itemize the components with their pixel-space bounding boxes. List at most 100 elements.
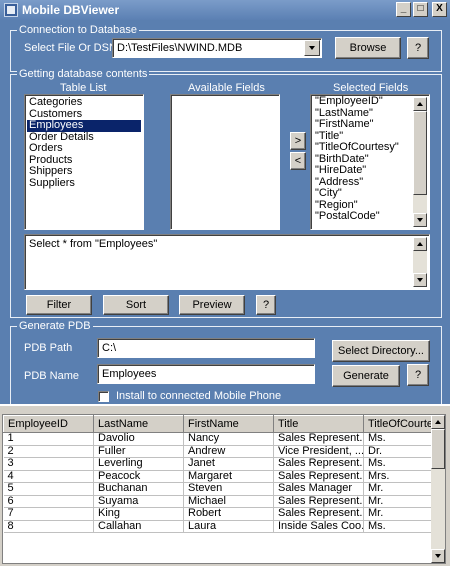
column-header[interactable]: FirstName <box>183 415 274 433</box>
browse-button[interactable]: Browse <box>335 37 401 59</box>
preview-button-label: Preview <box>192 299 232 311</box>
dsn-combobox[interactable]: D:\TestFiles\NWIND.MDB <box>112 38 322 58</box>
grid-scrollbar-thumb[interactable] <box>431 429 445 469</box>
selected-fields-label: Selected Fields <box>333 82 409 94</box>
table-cell: Mr. <box>363 482 434 496</box>
pdb-name-input[interactable]: Employees <box>97 364 315 384</box>
table-list-label: Table List <box>60 82 107 94</box>
remove-field-button[interactable]: < <box>290 152 306 170</box>
table-row[interactable]: 5 Buchanan Steven Sales Manager Mr. <box>3 482 434 496</box>
table-cell: Ms. <box>363 457 434 471</box>
pdb-group-label: Generate PDB <box>17 320 93 332</box>
table-list-item[interactable]: Shippers <box>27 165 141 178</box>
scroll-down-icon[interactable] <box>413 213 427 227</box>
pdb-help-button[interactable]: ? <box>407 364 429 386</box>
grid-scrollbar[interactable] <box>431 415 445 563</box>
minimize-button[interactable]: _ <box>396 2 411 17</box>
selected-field-item[interactable]: "PostalCode" <box>313 210 413 223</box>
maximize-button[interactable]: □ <box>413 2 428 17</box>
table-cell: Ms. <box>363 432 434 446</box>
query-textarea[interactable]: Select * from "Employees" <box>24 234 430 290</box>
contents-help-button[interactable]: ? <box>256 295 276 315</box>
dsn-label: Select File Or DSN <box>24 42 117 54</box>
selected-field-item[interactable]: "EmployeeID" <box>313 95 413 108</box>
column-header[interactable]: Title <box>273 415 364 433</box>
table-cell: Buchanan <box>93 482 184 496</box>
table-row[interactable]: 2 Fuller Andrew Vice President, ... Dr. <box>3 445 434 458</box>
dsn-value: D:\TestFiles\NWIND.MDB <box>117 42 243 54</box>
table-cell: Fuller <box>93 445 184 458</box>
title-bar[interactable]: Mobile DBViewer _ □ X <box>0 0 450 20</box>
available-fields-label: Available Fields <box>188 82 265 94</box>
sort-button-label: Sort <box>125 299 147 311</box>
table-row[interactable]: 6 Suyama Michael Sales Represent... Mr. <box>3 495 434 508</box>
install-checkbox[interactable] <box>98 391 109 402</box>
table-cell: 3 <box>3 457 94 471</box>
table-list-item[interactable]: Orders <box>27 142 141 155</box>
table-cell: Michael <box>183 495 274 508</box>
table-cell: 1 <box>3 432 94 446</box>
table-cell: Vice President, ... <box>273 445 364 458</box>
preview-button[interactable]: Preview <box>179 295 245 315</box>
table-list-item[interactable]: Categories <box>27 96 141 109</box>
available-fields-list[interactable] <box>170 94 280 230</box>
install-label: Install to connected Mobile Phone <box>116 390 282 402</box>
generate-button[interactable]: Generate <box>332 365 400 387</box>
selected-fields-scrollbar[interactable] <box>413 97 427 227</box>
table-cell: Leverling <box>93 457 184 471</box>
table-cell: 7 <box>3 507 94 521</box>
select-directory-button[interactable]: Select Directory... <box>332 340 430 362</box>
table-cell: Sales Represent... <box>273 495 364 508</box>
query-scrollbar[interactable] <box>413 237 427 287</box>
table-cell: Peacock <box>93 470 184 483</box>
data-grid-panel: EmployeeID LastName FirstName Title TitleOfC… <box>0 404 450 566</box>
selected-field-item[interactable]: "HireDate" <box>313 164 413 177</box>
table-cell: 6 <box>3 495 94 508</box>
connection-group-label: Connection to Database <box>17 24 140 36</box>
data-table: EmployeeID LastName FirstName Title TitleOfC… <box>3 415 434 533</box>
column-header[interactable]: EmployeeID <box>3 415 94 433</box>
table-cell: Steven <box>183 482 274 496</box>
selected-field-item[interactable]: "City" <box>313 187 413 200</box>
filter-button-label: Filter <box>46 299 72 311</box>
table-row[interactable]: 8 Callahan Laura Inside Sales Coo... Ms. <box>3 520 434 533</box>
table-cell: Margaret <box>183 470 274 483</box>
table-list[interactable]: Categories Customers Employees Order Detail… <box>24 94 144 230</box>
connection-help-label: ? <box>414 42 422 54</box>
selected-field-item[interactable]: "TitleOfCourtesy" <box>313 141 413 154</box>
column-header[interactable]: TitleOfCourtesy <box>363 415 434 433</box>
scroll-down-icon[interactable] <box>431 549 445 563</box>
sort-button[interactable]: Sort <box>103 295 169 315</box>
table-row[interactable]: 7 King Robert Sales Represent... Mr. <box>3 507 434 521</box>
chevron-down-icon[interactable] <box>304 40 320 56</box>
contents-help-label: ? <box>262 299 270 311</box>
scroll-up-icon[interactable] <box>431 415 445 429</box>
close-button[interactable]: X <box>432 2 447 17</box>
scroll-up-icon[interactable] <box>413 237 427 251</box>
table-row[interactable]: 4 Peacock Margaret Sales Represent... Mrs. <box>3 470 434 483</box>
scroll-up-icon[interactable] <box>413 97 427 111</box>
data-grid[interactable]: EmployeeID LastName FirstName Title TitleOfC… <box>2 414 446 564</box>
pdb-path-input[interactable]: C:\ <box>97 338 315 358</box>
add-field-button[interactable]: > <box>290 132 306 150</box>
table-header-row: EmployeeID LastName FirstName Title TitleOfC… <box>3 415 434 433</box>
remove-field-label: < <box>294 155 302 167</box>
filter-button[interactable]: Filter <box>26 295 92 315</box>
connection-help-button[interactable]: ? <box>407 37 429 59</box>
selected-fields-list[interactable]: "EmployeeID" "LastName" "FirstName" "Title"… <box>310 94 430 230</box>
column-header[interactable]: LastName <box>93 415 184 433</box>
table-cell: Mr. <box>363 507 434 521</box>
table-row[interactable]: 1 Davolio Nancy Sales Represent... Ms. <box>3 432 434 446</box>
table-list-item[interactable]: Employees <box>27 119 141 132</box>
browse-button-label: Browse <box>349 42 387 54</box>
table-cell: 8 <box>3 520 94 533</box>
selected-field-item[interactable]: "FirstName" <box>313 118 413 131</box>
scrollbar-thumb[interactable] <box>413 111 427 195</box>
table-cell: Sales Represent... <box>273 470 364 483</box>
table-cell: Laura <box>183 520 274 533</box>
table-cell: Mrs. <box>363 470 434 483</box>
table-list-item[interactable]: Suppliers <box>27 177 141 190</box>
scroll-down-icon[interactable] <box>413 273 427 287</box>
table-row[interactable]: 3 Leverling Janet Sales Represent... Ms. <box>3 457 434 471</box>
generate-button-label: Generate <box>343 370 389 382</box>
